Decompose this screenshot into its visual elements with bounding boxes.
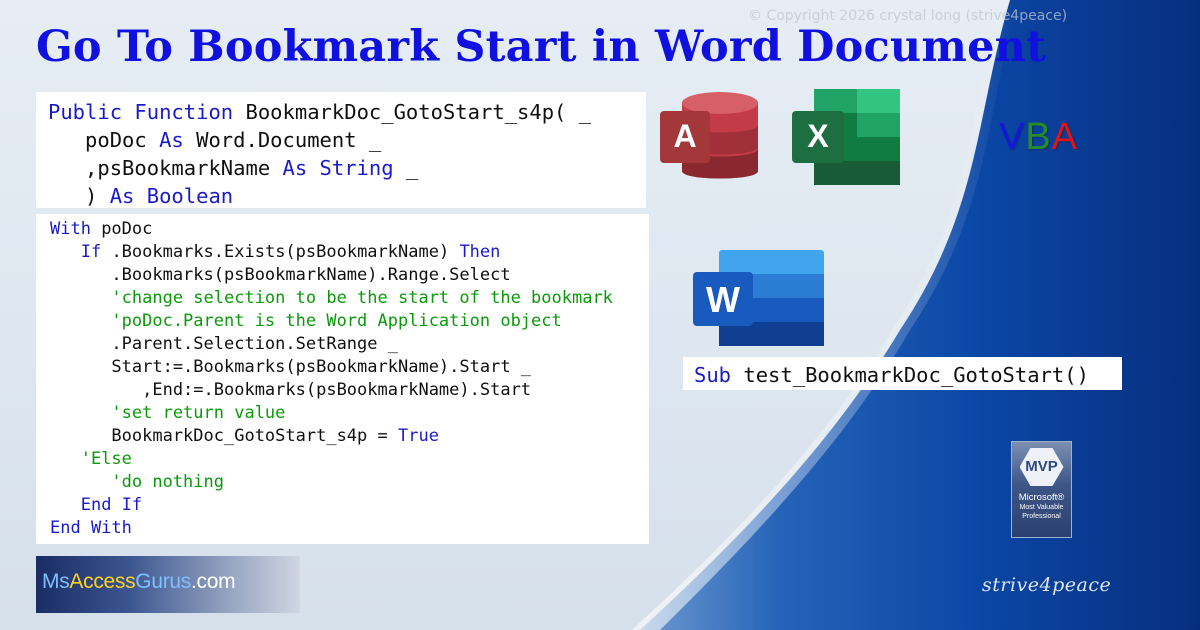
code-text: BookmarkDoc_GotoStart_s4p( _ (245, 100, 592, 124)
page-title: Go To Bookmark Start in Word Document (36, 22, 1047, 72)
code-text: .Parent.Selection.SetRange _ (50, 334, 398, 354)
signature-line: ) As Boolean (48, 182, 646, 210)
code-text: .Bookmarks.Exists(psBookmarkName) (101, 242, 460, 262)
code-keyword: If (80, 242, 102, 262)
code-keyword: End With (50, 518, 132, 538)
test-sub-declaration: Sub test_BookmarkDoc_GotoStart() (683, 357, 1122, 390)
word-icon: W (693, 250, 824, 346)
logo-part-access: Access (69, 570, 136, 593)
code-comment: 'Else (50, 449, 132, 469)
code-keyword: Public Function (48, 100, 246, 124)
vba-letter-a: A (1051, 116, 1079, 158)
code-line: .Parent.Selection.SetRange _ (50, 333, 649, 356)
vba-letter-b: B (1025, 116, 1052, 158)
mvp-badge: MVP Microsoft® Most Valuable Professiona… (1011, 441, 1072, 538)
code-keyword: As String (282, 156, 394, 180)
excel-icon: X (792, 89, 900, 185)
code-text: _ (393, 156, 419, 180)
code-line: End With (50, 517, 649, 540)
code-line: With poDoc (50, 218, 649, 241)
code-comment: 'do nothing (50, 472, 224, 492)
mvp-badge-line1: Microsoft® (1018, 492, 1065, 503)
sub-name: test_BookmarkDoc_GotoStart() (731, 363, 1089, 387)
signature-strive4peace: strive4peace (982, 574, 1112, 596)
code-text: Start:=.Bookmarks(psBookmarkName).Start … (50, 357, 532, 377)
code-line: Start:=.Bookmarks(psBookmarkName).Start … (50, 356, 649, 379)
access-icon-letter: A (673, 118, 696, 154)
signature-line: poDoc As Word.Document _ (48, 126, 646, 154)
code-keyword: End If (80, 495, 143, 515)
code-line: 'set return value (50, 402, 649, 425)
code-line: 'Else (50, 448, 649, 471)
logo-part-ms: Ms (42, 570, 70, 593)
code-text: .Bookmarks(psBookmarkName).Range.Select (50, 265, 511, 285)
mvp-badge-line3: Professional (1022, 513, 1061, 520)
word-icon-letter: W (706, 279, 740, 320)
code-text: poDoc (48, 128, 160, 152)
logo-part-gurus: Gurus (135, 570, 191, 593)
code-comment: 'poDoc.Parent is the Word Application ob… (50, 311, 562, 331)
code-line: If .Bookmarks.Exists(psBookmarkName) The… (50, 241, 649, 264)
code-text: ,psBookmarkName (48, 156, 283, 180)
mvp-badge-hexagon: MVP (1019, 448, 1064, 486)
code-line: 'poDoc.Parent is the Word Application ob… (50, 310, 649, 333)
code-keyword: True (398, 426, 439, 446)
code-line: 'do nothing (50, 471, 649, 494)
code-line: 'change selection to be the start of the… (50, 287, 649, 310)
code-keyword: With (50, 219, 91, 239)
code-keyword: Then (459, 242, 501, 262)
signature-line: Public Function BookmarkDoc_GotoStart_s4… (48, 98, 646, 126)
code-comment: 'set return value (50, 403, 286, 423)
code-keyword: As (159, 128, 184, 152)
code-text: BookmarkDoc_GotoStart_s4p = (50, 426, 398, 446)
code-body-block: With poDoc If .Bookmarks.Exists(psBookma… (36, 214, 649, 544)
code-text: poDoc (90, 219, 153, 239)
vba-label: VBA (999, 116, 1078, 159)
access-icon: A (660, 92, 758, 179)
code-line: .Bookmarks(psBookmarkName).Range.Select (50, 264, 649, 287)
code-keyword: As Boolean (109, 184, 234, 208)
code-text: ) (48, 184, 110, 208)
vba-letter-v: V (999, 116, 1026, 158)
code-line: End If (50, 494, 649, 517)
msaccessgurus-logo[interactable]: MsAccessGurus.com (36, 556, 300, 613)
code-text: Word.Document _ (183, 128, 382, 152)
code-comment: 'change selection to be the start of the… (50, 288, 613, 308)
sub-keyword: Sub (694, 363, 732, 387)
excel-icon-letter: X (807, 118, 829, 154)
code-text: ,End:=.Bookmarks(psBookmarkName).Start (50, 380, 532, 400)
code-line: ,End:=.Bookmarks(psBookmarkName).Start (50, 379, 649, 402)
signature-line: ,psBookmarkName As String _ (48, 154, 646, 182)
mvp-badge-line2: Most Valuable (1019, 504, 1064, 511)
function-signature-block: Public Function BookmarkDoc_GotoStart_s4… (36, 92, 646, 208)
logo-part-com: .com (190, 570, 236, 593)
code-line: BookmarkDoc_GotoStart_s4p = True (50, 425, 649, 448)
